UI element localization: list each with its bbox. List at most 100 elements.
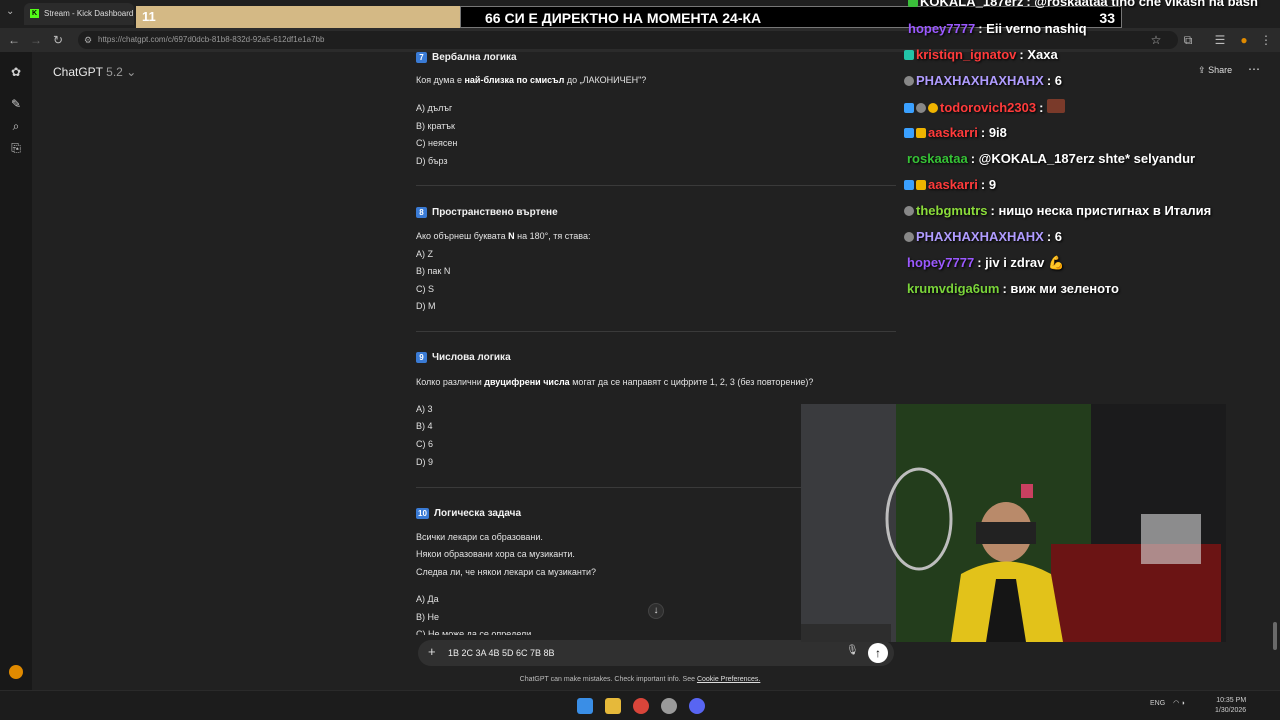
volume-icon[interactable]: ◗ [1181,700,1185,707]
tab-menu-chevron-icon[interactable]: ⌄ [6,6,14,17]
forward-arrow-icon[interactable]: → [28,32,44,48]
message-input[interactable] [448,644,828,662]
divider [416,331,896,332]
founder-badge-icon [928,103,938,113]
browser-tab-title: Stream - Kick Dashboard [44,9,134,18]
question-8-title: 8 Пространствено въртене [416,207,558,218]
library-icon[interactable]: ⎘ [8,140,24,156]
verified-badge-icon [904,180,914,190]
scroll-down-arrow-icon[interactable]: ↓ [648,603,664,619]
model-version: 5.2 [106,65,123,79]
kick-logo-icon: K [30,9,39,18]
chatgpt-sidebar: ✿ ✎ ⌕ ⎘ [0,52,32,690]
option: B) 4 [416,421,433,431]
obs-icon[interactable] [661,698,677,714]
keycap-number-icon: 8 [416,207,427,218]
search-icon[interactable]: ⌕ [8,118,24,134]
question-7-title: 7 Вербална логика [416,52,517,63]
back-arrow-icon[interactable]: ← [6,32,22,48]
option: D) 9 [416,457,434,467]
model-selector[interactable]: ChatGPT 5.2 ⌄ [53,65,136,79]
option: B) кратък [416,121,455,131]
url-text: https://chatgpt.com/c/697d0dcb-81b8-832d… [98,35,325,44]
crown-badge-icon [916,180,926,190]
composer: + 🎙 ↑ [418,640,894,666]
chevron-down-icon: ⌄ [126,65,137,79]
question-9-prompt: Колко различни двуцифрени числа могат да… [416,377,814,387]
scroll-thumb[interactable] [1273,622,1277,650]
chat-message: KOKALA_187erz: @roskaataa tino che vikas… [908,0,1258,9]
option: C) Не може да се определи [416,629,532,635]
statement: Някои образовани хора са музиканти. [416,549,575,559]
chat-message: PHAXHAXHAXHAHX: 6 [904,73,1062,88]
question-10-title: 10 Логическа задача [416,508,521,519]
og-badge-icon [904,232,914,242]
taskbar: ENG ◠ ◗ 10:35 PM 1/30/2026 [0,690,1280,720]
language-indicator[interactable]: ENG [1150,700,1165,707]
date: 1/30/2026 [1215,707,1247,714]
reload-icon[interactable]: ↻ [50,32,66,48]
emote-icon [1047,99,1066,113]
statement: Следва ли, че някои лекари са музиканти? [416,567,597,577]
option: A) Да [416,594,439,604]
site-info-icon[interactable]: ⚙ [84,31,92,49]
chat-message: thebgmutrs: нищо неска пристигнах в Итал… [904,203,1211,218]
new-chat-icon[interactable]: ✎ [8,96,24,112]
divider [416,185,896,186]
option: A) Z [416,249,433,259]
webcam-feed [801,404,1226,642]
time: 10:35 PM [1216,697,1247,704]
option: D) бърз [416,156,448,166]
sub-badge-icon [908,0,918,7]
question-7-prompt: Коя дума е най-близка по смисъл до „ЛАКО… [416,75,647,85]
chat-message: PHAXHAXHAXHAHX: 6 [904,229,1062,244]
keycap-number-icon: 9 [416,352,427,363]
chrome-icon[interactable] [633,698,649,714]
stream-overlay-counter: 11 [136,6,460,28]
og-badge-icon [904,76,914,86]
question-8-prompt: Ако обърнеш буквата N на 180°, тя става: [416,231,591,241]
option: A) дълъг [416,103,453,113]
discord-icon[interactable] [689,698,705,714]
option: C) 6 [416,439,434,449]
plus-icon[interactable]: + [428,644,436,659]
keycap-number-icon: 7 [416,52,427,63]
chat-message: hopey7777: Eii verno nashiq [908,21,1087,36]
option: C) S [416,284,434,294]
chat-message: aaskarri: 9 [904,177,996,192]
gift-badge-icon [904,50,914,60]
chat-message: kristiqn_ignatov: Хаха [904,47,1058,62]
clock[interactable]: 10:35 PM 1/30/2026 [1215,696,1246,716]
verified-badge-icon [904,128,914,138]
chat-message: hopey7777: jiv i zdrav 💪 [907,255,1065,270]
keycap-number-icon: 10 [416,508,429,519]
windows-start-icon[interactable] [577,698,593,714]
option: D) M [416,301,436,311]
system-tray[interactable]: ENG ◠ ◗ [1150,699,1185,707]
chat-message: todorovich2303: [904,99,1067,115]
og-badge-icon [904,206,914,216]
cookie-preferences-link[interactable]: Cookie Preferences. [697,676,760,683]
browser-tab[interactable]: K Stream - Kick Dashboard [24,3,134,25]
option: C) неясен [416,138,458,148]
send-arrow-icon[interactable]: ↑ [868,643,888,663]
wifi-icon[interactable]: ◠ [1173,700,1179,707]
verified-badge-icon [904,103,914,113]
model-name: ChatGPT [53,65,103,79]
openai-logo-icon[interactable]: ✿ [8,64,24,80]
disclaimer: ChatGPT can make mistakes. Check importa… [519,676,761,683]
chat-message: aaskarri: 9i8 [904,125,1007,140]
option: B) пак N [416,266,451,276]
stream-title: 66 СИ Е ДИРЕКТНО НА МОМЕНТА 24-КА [485,10,762,26]
file-explorer-icon[interactable] [605,698,621,714]
chat-message: krumvdiga6um: виж ми зеленото [907,281,1119,296]
og-badge-icon [916,103,926,113]
microphone-icon[interactable]: 🎙 [846,645,859,656]
option: B) Не [416,612,440,622]
chat-message: roskaataa: @KOKALA_187erz shte* selyandu… [907,151,1196,166]
stream-chat-overlay: KOKALA_187erz: @roskaataa tino che vikas… [900,0,1280,300]
webcam-scene [801,404,1226,642]
crown-badge-icon [916,128,926,138]
statement: Всички лекари са образовани. [416,532,543,542]
option: A) 3 [416,404,433,414]
